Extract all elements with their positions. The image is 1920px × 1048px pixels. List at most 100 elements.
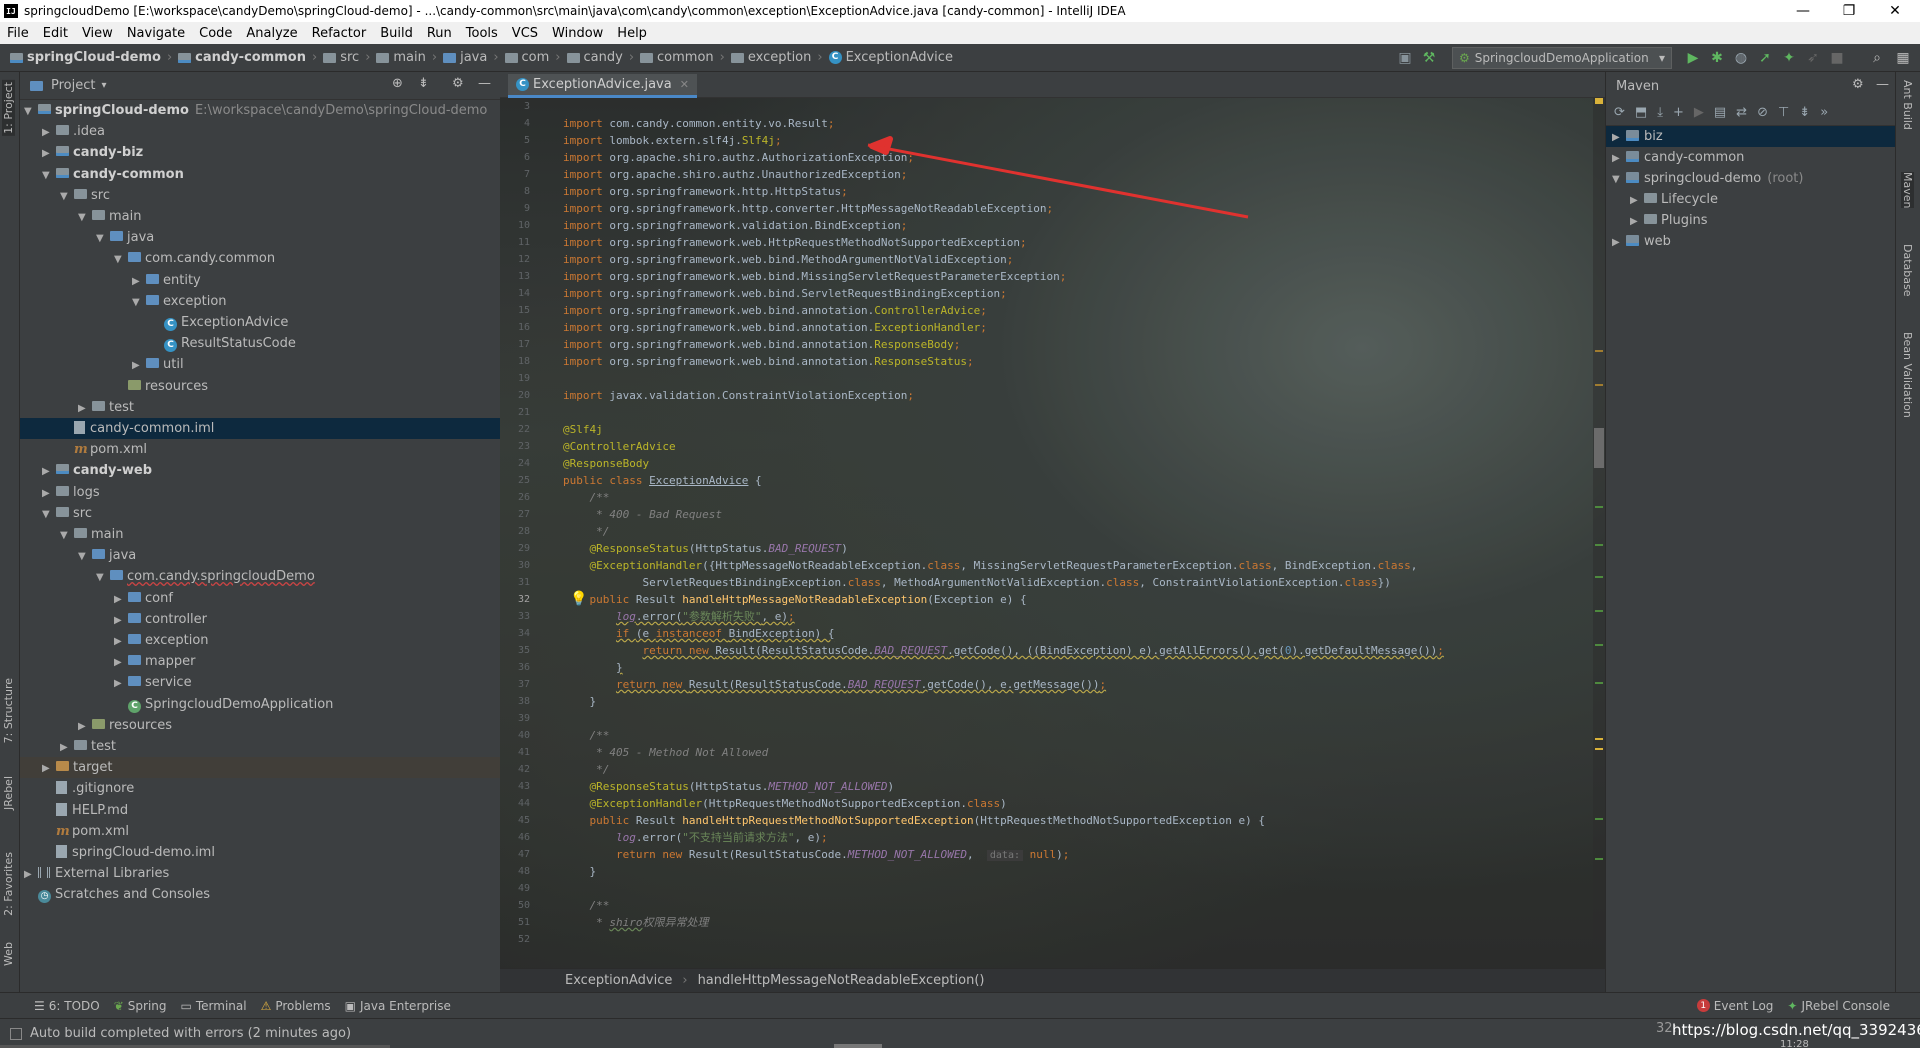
- expanded-arrow-icon[interactable]: ▼: [132, 292, 146, 313]
- expanded-arrow-icon[interactable]: ▼: [42, 165, 56, 186]
- run-icon[interactable]: ▶: [1694, 105, 1704, 120]
- todo-button[interactable]: ☰ 6: TODO: [34, 999, 100, 1013]
- tree-item[interactable]: m pom.xml: [20, 821, 500, 842]
- search-icon[interactable]: ⌕: [1868, 49, 1886, 67]
- tab-structure[interactable]: 7: Structure: [2, 678, 15, 743]
- tree-item[interactable]: ▶ conf: [20, 588, 500, 609]
- run-icon[interactable]: ▶: [1684, 49, 1702, 67]
- collapsed-arrow-icon[interactable]: ▶: [114, 652, 128, 673]
- warning-marker[interactable]: [1595, 350, 1603, 352]
- breadcrumb-item[interactable]: ExceptionAdvice: [846, 50, 953, 65]
- maven-tree-item[interactable]: ▶ candy-common: [1606, 147, 1896, 168]
- collapsed-arrow-icon[interactable]: ▶: [114, 589, 128, 610]
- warning-marker[interactable]: [1595, 738, 1603, 740]
- menu-edit[interactable]: Edit: [36, 26, 75, 41]
- maven-tree-item[interactable]: ▼ springcloud-demo (root): [1606, 168, 1896, 189]
- run-configuration-select[interactable]: ⚙ SpringcloudDemoApplication ▾: [1452, 47, 1672, 69]
- tree-item[interactable]: ▶ target: [20, 757, 500, 779]
- expanded-arrow-icon[interactable]: ▼: [96, 567, 110, 588]
- gear-icon[interactable]: ⚙: [1852, 77, 1864, 92]
- tree-item[interactable]: ▶ test: [20, 736, 500, 757]
- hide-panel-icon[interactable]: —: [478, 76, 491, 91]
- breadcrumb-item[interactable]: java: [460, 50, 487, 65]
- maven-tree-item[interactable]: ▶ Lifecycle: [1606, 189, 1896, 210]
- tree-item[interactable]: ▼ candy-common: [20, 164, 500, 185]
- tree-item[interactable]: ▼ springCloud-demo E:\workspace\candyDemo\…: [20, 100, 500, 121]
- more-icon[interactable]: »: [1820, 105, 1828, 120]
- jrebel-console-button[interactable]: ✦ JRebel Console: [1787, 999, 1890, 1013]
- chevron-down-icon[interactable]: ▾: [101, 80, 106, 91]
- warning-marker[interactable]: [1595, 748, 1603, 750]
- tree-item[interactable]: resources: [20, 376, 500, 397]
- tree-item[interactable]: ▼ src: [20, 185, 500, 206]
- problems-button[interactable]: ⚠ Problems: [261, 999, 331, 1013]
- breadcrumb-item[interactable]: main: [393, 50, 425, 65]
- collapsed-arrow-icon[interactable]: ▶: [42, 461, 56, 482]
- change-marker[interactable]: [1595, 682, 1603, 684]
- collapsed-arrow-icon[interactable]: ▶: [42, 758, 56, 779]
- maximize-icon[interactable]: ❐: [1826, 0, 1872, 22]
- jrebel-run-icon[interactable]: ➚: [1756, 49, 1774, 67]
- collapsed-arrow-icon[interactable]: ▶: [78, 716, 92, 737]
- tree-item[interactable]: ▶ External Libraries: [20, 863, 500, 884]
- collapsed-arrow-icon[interactable]: ▶: [42, 143, 56, 164]
- expanded-arrow-icon[interactable]: ▼: [60, 525, 74, 546]
- menu-vcs[interactable]: VCS: [505, 26, 545, 41]
- build-hammer-icon[interactable]: ⚒: [1420, 49, 1438, 67]
- collapsed-arrow-icon[interactable]: ▶: [42, 122, 56, 143]
- stop-icon[interactable]: ■: [1828, 49, 1846, 67]
- menu-run[interactable]: Run: [420, 26, 459, 41]
- tree-item[interactable]: ▼ java: [20, 545, 500, 566]
- jrebel-debug-icon[interactable]: ✦: [1780, 49, 1798, 67]
- layout-icon[interactable]: ▣: [1396, 49, 1414, 67]
- collapsed-arrow-icon[interactable]: ▶: [132, 271, 146, 292]
- collapsed-arrow-icon[interactable]: ▶: [42, 483, 56, 504]
- menu-analyze[interactable]: Analyze: [239, 26, 304, 41]
- change-marker[interactable]: [1595, 610, 1603, 612]
- collapsed-arrow-icon[interactable]: ▶: [1630, 190, 1644, 211]
- tab-web[interactable]: Web: [2, 942, 15, 966]
- tree-item[interactable]: ▼ com.candy.springcloudDemo: [20, 566, 500, 587]
- tree-item[interactable]: ▶ exception: [20, 630, 500, 651]
- breadcrumb-item[interactable]: com: [522, 50, 550, 65]
- maven-tree-item[interactable]: ▶ Plugins: [1606, 210, 1896, 231]
- tree-item[interactable]: HELP.md: [20, 800, 500, 821]
- collapsed-arrow-icon[interactable]: ▶: [114, 610, 128, 631]
- menu-code[interactable]: Code: [192, 26, 239, 41]
- change-marker[interactable]: [1595, 818, 1603, 820]
- tree-item[interactable]: ▶ resources: [20, 715, 500, 736]
- menu-file[interactable]: File: [0, 26, 36, 41]
- breadcrumb-item[interactable]: common: [657, 50, 714, 65]
- expanded-arrow-icon[interactable]: ▼: [114, 249, 128, 270]
- tree-item[interactable]: C ResultStatusCode: [20, 333, 500, 354]
- expanded-arrow-icon[interactable]: ▼: [24, 101, 38, 122]
- menu-navigate[interactable]: Navigate: [120, 26, 192, 41]
- collapsed-arrow-icon[interactable]: ▶: [1612, 232, 1626, 253]
- tab-jrebel[interactable]: JRebel: [2, 776, 15, 810]
- reload-icon[interactable]: ⟳: [1614, 105, 1625, 120]
- menu-build[interactable]: Build: [373, 26, 420, 41]
- menu-window[interactable]: Window: [545, 26, 610, 41]
- collapsed-arrow-icon[interactable]: ▶: [24, 864, 38, 885]
- tree-item[interactable]: C SpringcloudDemoApplication: [20, 694, 500, 715]
- tab-project[interactable]: 1: Project: [2, 80, 15, 136]
- expanded-arrow-icon[interactable]: ▼: [42, 504, 56, 525]
- tree-item[interactable]: ▶ test: [20, 397, 500, 418]
- attach-icon[interactable]: ➶: [1804, 49, 1822, 67]
- change-marker[interactable]: [1595, 576, 1603, 578]
- menu-view[interactable]: View: [75, 26, 120, 41]
- tree-item[interactable]: ▶ .idea: [20, 121, 500, 142]
- tree-item[interactable]: m pom.xml: [20, 439, 500, 460]
- toggle-tool-windows-icon[interactable]: [10, 1027, 22, 1040]
- collapsed-arrow-icon[interactable]: ▶: [60, 737, 74, 758]
- java-enterprise-button[interactable]: ▣ Java Enterprise: [345, 999, 451, 1013]
- expanded-arrow-icon[interactable]: ▼: [96, 228, 110, 249]
- collapsed-arrow-icon[interactable]: ▶: [1630, 211, 1644, 232]
- warning-marker[interactable]: [1595, 384, 1603, 386]
- change-marker[interactable]: [1595, 644, 1603, 646]
- toggle-offline-icon[interactable]: ⇄: [1736, 105, 1747, 120]
- tree-item[interactable]: ▶ mapper: [20, 651, 500, 672]
- collapsed-arrow-icon[interactable]: ▶: [132, 355, 146, 376]
- breadcrumb-class[interactable]: ExceptionAdvice: [565, 973, 672, 988]
- tree-item[interactable]: ▶ controller: [20, 609, 500, 630]
